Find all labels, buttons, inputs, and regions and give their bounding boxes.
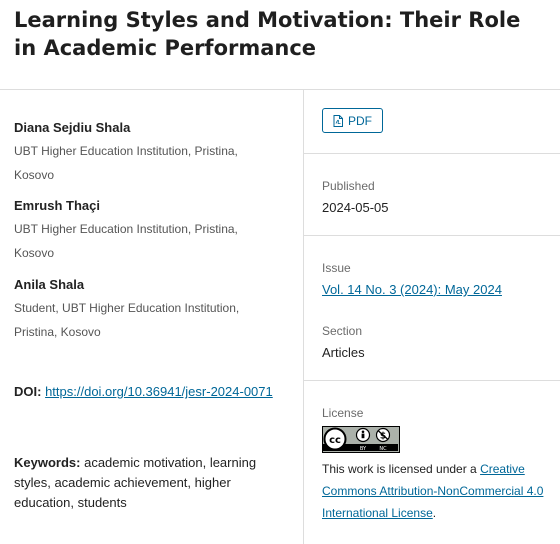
column-divider	[303, 89, 304, 544]
cc-by-nc-badge[interactable]: cc $ BY NC	[322, 426, 400, 453]
license-text-suffix: .	[432, 506, 437, 520]
sidebar-divider	[304, 153, 560, 154]
pdf-button[interactable]: PDF	[322, 108, 383, 133]
page-title: Learning Styles and Motivation: Their Ro…	[14, 8, 521, 60]
author-affiliation: Student, UBT Higher Education Institutio…	[14, 301, 240, 339]
issue-label: Issue	[322, 261, 351, 275]
svg-text:BY: BY	[360, 446, 367, 451]
cc-license-icon: cc $ BY NC	[323, 427, 398, 452]
section-label: Section	[322, 324, 363, 338]
doi-block: DOI: https://doi.org/10.36941/jesr-2024-…	[14, 380, 284, 404]
author-name: Anila Shala	[14, 277, 85, 292]
published-date: 2024-05-05	[322, 200, 389, 215]
license-text-prefix: This work is licensed under a	[322, 462, 477, 476]
doi-link[interactable]: https://doi.org/10.36941/jesr-2024-0071	[45, 384, 273, 399]
issue-link[interactable]: Vol. 14 No. 3 (2024): May 2024	[322, 282, 502, 297]
svg-text:cc: cc	[329, 435, 341, 446]
section-value: Articles	[322, 345, 365, 360]
file-icon	[333, 114, 343, 127]
license-text: This work is licensed under a Creative C…	[322, 458, 560, 524]
pdf-button-label: PDF	[348, 113, 372, 128]
title-divider	[0, 89, 560, 90]
author-affiliation: UBT Higher Education Institution, Pristi…	[14, 222, 238, 260]
svg-text:NC: NC	[379, 446, 387, 451]
license-label: License	[322, 406, 364, 420]
sidebar-divider	[304, 380, 560, 381]
sidebar-divider	[304, 235, 560, 236]
published-label: Published	[322, 179, 375, 193]
author-name: Diana Sejdiu Shala	[14, 120, 131, 135]
doi-label: DOI:	[14, 384, 42, 399]
author-name: Emrush Thaçi	[14, 198, 100, 213]
author-affiliation: UBT Higher Education Institution, Pristi…	[14, 144, 238, 182]
keywords-label: Keywords:	[14, 455, 81, 470]
keywords-block: Keywords: academic motivation, learning …	[14, 453, 274, 513]
